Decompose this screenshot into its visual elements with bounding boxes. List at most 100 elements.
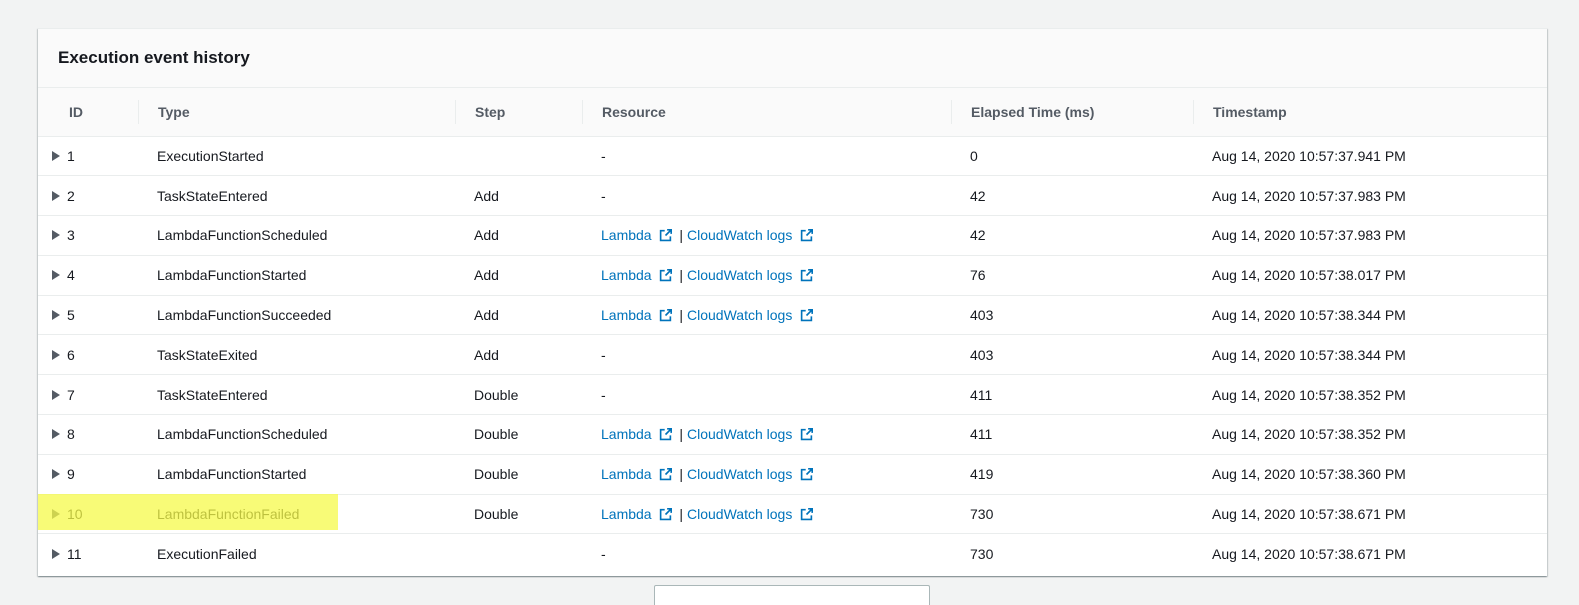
column-header-id[interactable]: ID xyxy=(38,88,138,137)
external-link-icon xyxy=(801,508,814,521)
cell-type: TaskStateEntered xyxy=(138,175,455,217)
external-link-icon xyxy=(801,428,814,441)
caret-right-icon[interactable] xyxy=(52,429,60,440)
caret-right-icon[interactable] xyxy=(52,270,60,281)
caret-right-icon[interactable] xyxy=(52,310,60,321)
caret-right-icon[interactable] xyxy=(52,469,60,480)
cell-type: ExecutionFailed xyxy=(157,546,257,563)
column-header-step[interactable]: Step xyxy=(455,88,582,137)
lambda-link[interactable]: Lambda xyxy=(601,426,676,442)
cell-timestamp: Aug 14, 2020 10:57:37.983 PM xyxy=(1193,175,1547,217)
link-separator: | xyxy=(679,506,684,523)
link-separator: | xyxy=(679,267,684,284)
table-row[interactable]: 3 LambdaFunctionScheduled Add Lambda | Cloud… xyxy=(38,215,1547,256)
table-row[interactable]: 5 LambdaFunctionSucceeded Add Lambda | Cloud… xyxy=(38,295,1547,336)
cell-id[interactable]: 8 xyxy=(38,414,138,455)
cell-id[interactable]: 2 xyxy=(38,175,138,217)
cell-resource: - xyxy=(582,175,951,217)
lambda-link[interactable]: Lambda xyxy=(601,466,676,482)
cell-resource: Lambda | CloudWatch logs xyxy=(582,454,951,495)
caret-right-icon[interactable] xyxy=(52,509,60,520)
lambda-link[interactable]: Lambda xyxy=(601,227,676,243)
cloudwatch-logs-link[interactable]: CloudWatch logs xyxy=(687,307,814,323)
load-more-button[interactable] xyxy=(654,585,930,605)
cell-elapsed-time: 730 xyxy=(951,494,1193,535)
table-row[interactable]: 8 LambdaFunctionScheduled Double Lambda | Cl… xyxy=(38,414,1547,455)
cell-timestamp: Aug 14, 2020 10:57:38.344 PM xyxy=(1193,334,1547,376)
caret-right-icon[interactable] xyxy=(52,150,60,161)
cell-step: Add xyxy=(455,215,582,256)
cell-elapsed-time: 76 xyxy=(951,255,1193,296)
cell-resource: Lambda | CloudWatch logs xyxy=(582,494,951,535)
caret-right-icon[interactable] xyxy=(52,549,60,560)
external-link-icon xyxy=(660,309,673,322)
cloudwatch-logs-link[interactable]: CloudWatch logs xyxy=(687,426,814,442)
column-header-resource[interactable]: Resource xyxy=(582,88,951,137)
cell-timestamp: Aug 14, 2020 10:57:38.671 PM xyxy=(1193,494,1547,535)
table-row[interactable]: 9 LambdaFunctionStarted Double Lambda | Clou… xyxy=(38,454,1547,495)
cloudwatch-logs-link[interactable]: CloudWatch logs xyxy=(687,267,814,283)
caret-right-icon[interactable] xyxy=(52,190,60,201)
table-row[interactable]: 10 LambdaFunctionFailed Double Lambda | Clou… xyxy=(38,494,1547,535)
cell-resource: Lambda | CloudWatch logs xyxy=(582,255,951,296)
panel-header: Execution event history xyxy=(38,29,1547,88)
external-link-icon xyxy=(660,229,673,242)
cell-timestamp: Aug 14, 2020 10:57:37.983 PM xyxy=(1193,215,1547,256)
cell-type: TaskStateExited xyxy=(138,334,455,376)
cell-type: LambdaFunctionScheduled xyxy=(138,215,455,256)
caret-right-icon[interactable] xyxy=(52,389,60,400)
cell-id[interactable]: 5 xyxy=(38,295,138,336)
column-header-timestamp[interactable]: Timestamp xyxy=(1193,88,1547,137)
cell-elapsed-time: 42 xyxy=(951,175,1193,217)
column-header-type[interactable]: Type xyxy=(138,88,455,137)
cloudwatch-logs-link[interactable]: CloudWatch logs xyxy=(687,466,814,482)
link-separator: | xyxy=(679,466,684,483)
cell-step: Add xyxy=(455,334,582,376)
cell-type: LambdaFunctionStarted xyxy=(138,255,455,296)
cell-type: LambdaFunctionFailed xyxy=(138,494,455,535)
lambda-link[interactable]: Lambda xyxy=(601,307,676,323)
external-link-icon xyxy=(801,468,814,481)
cell-elapsed-time: 42 xyxy=(951,215,1193,256)
table-row[interactable]: 4 LambdaFunctionStarted Add Lambda | CloudWa… xyxy=(38,255,1547,296)
cell-type: LambdaFunctionStarted xyxy=(138,454,455,495)
cell-id[interactable]: 7 xyxy=(38,374,138,416)
cell-step xyxy=(455,534,582,574)
cell-step: Double xyxy=(455,374,582,416)
cell-resource: - xyxy=(582,334,951,376)
table-row[interactable]: 7 TaskStateEntered Double -411 Aug 14, 2020 … xyxy=(38,374,1547,416)
external-link-icon xyxy=(801,309,814,322)
column-header-elapsed-time[interactable]: Elapsed Time (ms) xyxy=(951,88,1193,137)
external-link-icon xyxy=(660,508,673,521)
table-wrapper: ID Type Step Resource Elapsed Time (ms) … xyxy=(38,88,1547,574)
cell-resource: Lambda | CloudWatch logs xyxy=(582,295,951,336)
cell-type: LambdaFunctionScheduled xyxy=(138,414,455,455)
table-row[interactable]: 2 TaskStateEntered Add -42 Aug 14, 2020 10:5… xyxy=(38,175,1547,217)
cell-resource: - xyxy=(582,136,951,177)
cloudwatch-logs-link[interactable]: CloudWatch logs xyxy=(687,227,814,243)
caret-right-icon[interactable] xyxy=(52,349,60,360)
table-row[interactable]: 11 ExecutionFailed - 730 Aug 14, 2020 10:57:… xyxy=(38,534,1547,574)
cell-id[interactable]: 9 xyxy=(38,454,138,495)
caret-right-icon[interactable] xyxy=(52,230,60,241)
table-row[interactable]: 6 TaskStateExited Add -403 Aug 14, 2020 10:5… xyxy=(38,334,1547,376)
cell-id[interactable]: 6 xyxy=(38,334,138,376)
external-link-icon xyxy=(801,229,814,242)
lambda-link[interactable]: Lambda xyxy=(601,267,676,283)
cell-id[interactable]: 1 xyxy=(38,136,138,177)
lambda-link[interactable]: Lambda xyxy=(601,506,676,522)
cell-id[interactable]: 11 xyxy=(38,534,138,574)
cell-step xyxy=(455,136,582,177)
cell-resource: Lambda | CloudWatch logs xyxy=(582,215,951,256)
cell-timestamp: Aug 14, 2020 10:57:38.352 PM xyxy=(1193,414,1547,455)
cell-step: Add xyxy=(455,295,582,336)
cell-step: Double xyxy=(455,494,582,535)
cell-id[interactable]: 4 xyxy=(38,255,138,296)
cloudwatch-logs-link[interactable]: CloudWatch logs xyxy=(687,506,814,522)
cell-id[interactable]: 10 xyxy=(38,494,138,535)
cell-id[interactable]: 3 xyxy=(38,215,138,256)
cell-resource: Lambda | CloudWatch logs xyxy=(582,414,951,455)
cell-elapsed-time: 411 xyxy=(951,374,1193,416)
cell-step: Double xyxy=(455,454,582,495)
table-row[interactable]: 1 ExecutionStarted -0 Aug 14, 2020 10:57:37… xyxy=(38,136,1547,177)
